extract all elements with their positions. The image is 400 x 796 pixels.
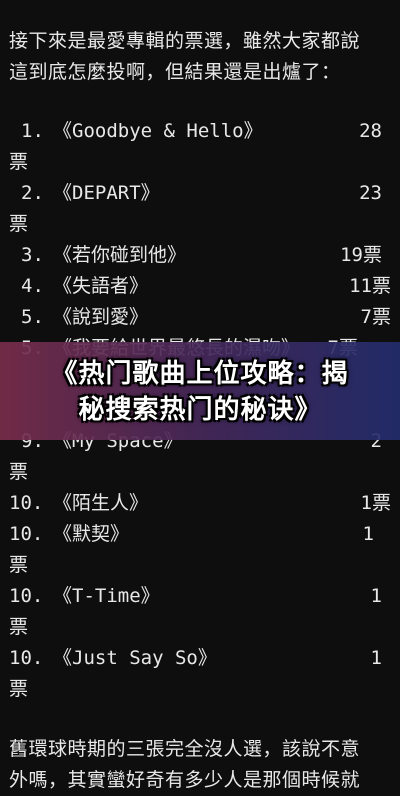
rank-number: 2. bbox=[21, 182, 44, 204]
vote-unit: 票 bbox=[9, 554, 29, 576]
list-item: 10. 《默契》 1 bbox=[0, 519, 400, 550]
album-title: 《失語者》 bbox=[53, 275, 149, 297]
intro-line-2: 這到底怎麼投啊，但結果還是出爐了： bbox=[9, 61, 341, 83]
outro-line-2: 外嗎，其實蠻好奇有多少人是那個時候就 bbox=[9, 769, 361, 791]
rank-number: 1. bbox=[21, 120, 44, 142]
vote-count: 23 bbox=[359, 182, 382, 204]
list-item-wrap: 票 bbox=[0, 550, 400, 581]
banner-headline[interactable]: 《热门歌曲上位攻略：揭 秘搜索热门的秘诀》 bbox=[0, 356, 400, 428]
album-title: 《T-Time》 bbox=[53, 585, 160, 607]
vote-count: 1 bbox=[370, 647, 382, 669]
list-item-wrap: 票 bbox=[0, 612, 400, 643]
list-item: 10. 《T-Time》 1 bbox=[0, 581, 400, 612]
vote-count: 1 bbox=[362, 523, 374, 545]
list-item: 10. 《Just Say So》 1 bbox=[0, 643, 400, 674]
rank-number: 10. bbox=[9, 492, 44, 514]
rank-number: 4. bbox=[21, 275, 44, 297]
list-item-wrap: 票 bbox=[0, 209, 400, 240]
list-item: 4. 《失語者》 11票 bbox=[0, 271, 400, 302]
album-title: 《DEPART》 bbox=[53, 182, 160, 204]
vote-unit: 票 bbox=[9, 616, 29, 638]
rank-number: 5. bbox=[21, 306, 44, 328]
album-title: 《Goodbye & Hello》 bbox=[53, 120, 263, 142]
album-title: 《說到愛》 bbox=[53, 306, 149, 328]
list-item: 3. 《若你碰到他》 19票 bbox=[0, 240, 400, 271]
vote-unit: 票 bbox=[9, 213, 29, 235]
outro-line-1: 舊環球時期的三張完全沒人選，該說不意 bbox=[9, 738, 361, 760]
album-title: 《若你碰到他》 bbox=[53, 244, 187, 266]
rank-number: 10. bbox=[9, 523, 44, 545]
outro-text: 舊環球時期的三張完全沒人選，該說不意 外嗎，其實蠻好奇有多少人是那個時候就 bbox=[9, 734, 393, 796]
vote-count: 28 bbox=[359, 120, 382, 142]
list-item-wrap: 票 bbox=[0, 457, 400, 488]
vote-count: 11票 bbox=[349, 275, 391, 297]
album-title: 《Just Say So》 bbox=[53, 647, 217, 669]
rank-number: 3. bbox=[21, 244, 44, 266]
banner-line-1: 《热门歌曲上位攻略：揭 bbox=[51, 359, 349, 389]
rank-number: 10. bbox=[9, 647, 44, 669]
intro-text: 接下來是最愛專輯的票選，雖然大家都說 這到底怎麼投啊，但結果還是出爐了： bbox=[9, 26, 393, 88]
list-item: 10. 《陌生人》 1票 bbox=[0, 488, 400, 519]
album-title: 《陌生人》 bbox=[53, 492, 149, 514]
rank-number: 10. bbox=[9, 585, 44, 607]
album-title: 《默契》 bbox=[53, 523, 130, 545]
list-item-wrap: 票 bbox=[0, 674, 400, 705]
list-item: 5. 《說到愛》 7票 bbox=[0, 302, 400, 333]
vote-count: 1 bbox=[370, 585, 382, 607]
list-item-wrap: 票 bbox=[0, 147, 400, 178]
list-item: 2. 《DEPART》 23 bbox=[0, 178, 400, 209]
vote-unit: 票 bbox=[9, 678, 29, 700]
vote-count: 1票 bbox=[360, 492, 391, 514]
list-item: 1. 《Goodbye & Hello》 28 bbox=[0, 116, 400, 147]
intro-line-1: 接下來是最愛專輯的票選，雖然大家都說 bbox=[9, 30, 361, 52]
vote-unit: 票 bbox=[9, 461, 29, 483]
banner-line-2: 秘搜索热门的秘诀》 bbox=[78, 395, 322, 425]
vote-count: 7票 bbox=[360, 306, 391, 328]
vote-unit: 票 bbox=[9, 151, 29, 173]
vote-count: 19票 bbox=[340, 244, 382, 266]
